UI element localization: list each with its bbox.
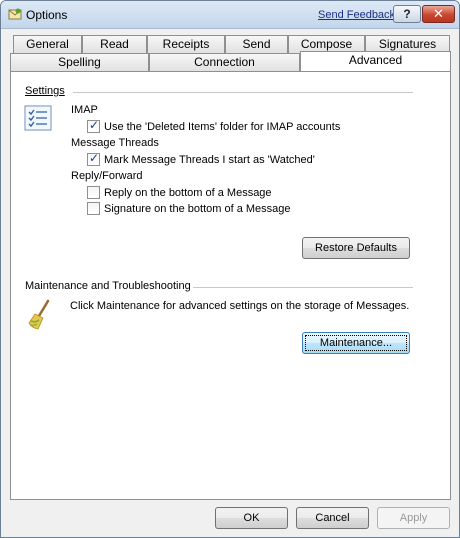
- cancel-button[interactable]: Cancel: [296, 507, 369, 529]
- settings-divider: [73, 92, 413, 93]
- dialog-footer: OK Cancel Apply: [1, 501, 459, 537]
- close-button[interactable]: ✕: [422, 5, 455, 23]
- imap-label: IMAP: [71, 104, 98, 116]
- advanced-panel: Settings IMAP Use the 'Deleted Items' fo…: [10, 71, 451, 500]
- use-deleted-items-checkbox[interactable]: [87, 118, 100, 133]
- use-deleted-items-checkbox-row[interactable]: Use the 'Deleted Items' folder for IMAP …: [87, 118, 340, 133]
- signature-bottom-label[interactable]: Signature on the bottom of a Message: [104, 203, 291, 215]
- ok-button[interactable]: OK: [215, 507, 288, 529]
- tab-general[interactable]: General: [13, 35, 82, 53]
- apply-button[interactable]: Apply: [377, 507, 450, 529]
- maintenance-button-label[interactable]: Maintenance...: [320, 337, 392, 349]
- restore-defaults-button[interactable]: Restore Defaults: [302, 237, 410, 259]
- settings-heading: Settings: [25, 85, 65, 97]
- use-deleted-items-label[interactable]: Use the 'Deleted Items' folder for IMAP …: [104, 121, 340, 133]
- tab-advanced[interactable]: Advanced: [300, 51, 451, 71]
- signature-bottom-checkbox-row[interactable]: Signature on the bottom of a Message: [87, 202, 291, 215]
- mark-watched-checkbox[interactable]: [87, 151, 100, 166]
- maintenance-heading: Maintenance and Troubleshooting: [25, 280, 191, 292]
- reply-bottom-label[interactable]: Reply on the bottom of a Message: [104, 187, 272, 199]
- tab-read[interactable]: Read: [82, 35, 147, 53]
- title-bar[interactable]: Options Send Feedback ? ✕: [1, 1, 459, 29]
- maintenance-divider: [193, 287, 413, 288]
- broom-icon: [28, 299, 50, 330]
- send-feedback-link[interactable]: Send Feedback: [318, 9, 395, 21]
- tab-connection[interactable]: Connection: [149, 53, 300, 71]
- reply-bottom-checkbox[interactable]: [87, 186, 100, 199]
- options-dialog: Options Send Feedback ? ✕ General Read R…: [0, 0, 460, 538]
- message-threads-label: Message Threads: [71, 137, 159, 149]
- window-title: Options: [26, 8, 68, 22]
- tab-send[interactable]: Send: [225, 35, 288, 53]
- mail-app-icon: [8, 8, 22, 20]
- mark-watched-checkbox-row[interactable]: Mark Message Threads I start as 'Watched…: [87, 151, 315, 166]
- help-button[interactable]: ?: [393, 5, 421, 23]
- maintenance-description: Click Maintenance for advanced settings …: [70, 300, 410, 312]
- checklist-icon: [24, 105, 52, 131]
- maintenance-button[interactable]: Maintenance...: [302, 332, 410, 354]
- signature-bottom-checkbox[interactable]: [87, 202, 100, 215]
- reply-forward-label: Reply/Forward: [71, 170, 143, 182]
- tab-spelling[interactable]: Spelling: [10, 53, 149, 71]
- reply-bottom-checkbox-row[interactable]: Reply on the bottom of a Message: [87, 186, 272, 199]
- tab-receipts[interactable]: Receipts: [147, 35, 225, 53]
- mark-watched-label[interactable]: Mark Message Threads I start as 'Watched…: [104, 154, 315, 166]
